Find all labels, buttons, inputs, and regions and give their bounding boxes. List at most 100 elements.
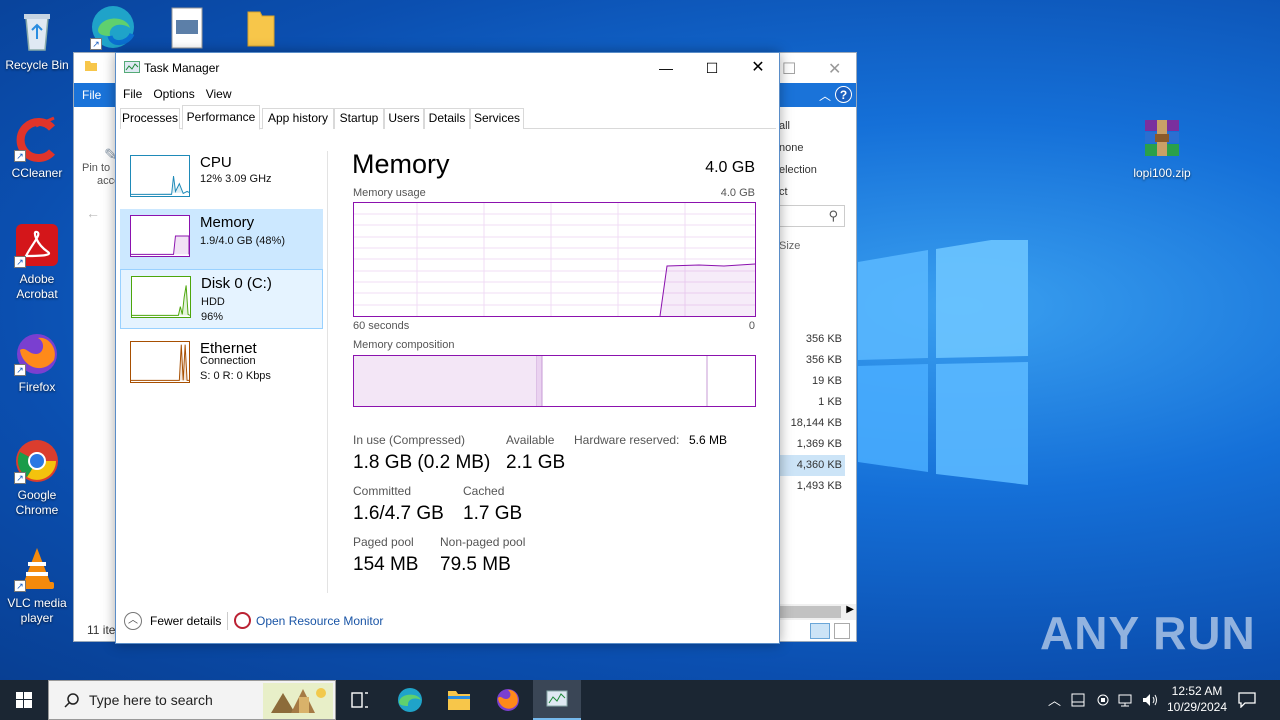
desktop-icon-firefox[interactable]: ↗ Firefox [0,330,74,395]
help-icon[interactable]: ? [835,86,852,103]
desktop-icon-acrobat[interactable]: ↗ Adobe Acrobat [0,222,74,302]
horizontal-scrollbar[interactable]: ▶ [779,604,856,620]
desktop-icon-ccleaner[interactable]: ↗ CCleaner [0,116,74,181]
hardware-reserved-label: Hardware reserved: [574,433,680,447]
pane-divider[interactable] [327,151,328,593]
menu-view[interactable]: View [202,83,236,105]
open-resource-monitor-link[interactable]: Open Resource Monitor [256,614,383,628]
scrollbar-thumb[interactable] [779,606,841,618]
graph-axis-right: 0 [748,320,755,332]
taskbar-firefox[interactable] [484,680,532,720]
paged-pool-value: 154 MB [353,554,419,575]
windows-wallpaper-logo [858,240,1028,485]
selection-commands: all none election ct [779,115,817,203]
minimize-button[interactable]: — [643,53,689,83]
tab-performance[interactable]: Performance [182,105,260,130]
start-button[interactable] [0,680,48,720]
taskbar-task-manager[interactable] [533,680,581,720]
maximize-button[interactable]: ☐ [689,53,735,83]
scroll-right-icon[interactable]: ▶ [846,604,854,615]
menu-file[interactable]: File [119,83,146,105]
size-column-header[interactable]: Size [779,240,800,252]
shortcut-arrow-icon: ↗ [14,256,26,268]
memory-usage-label: Memory usage [353,187,426,199]
task-manager-icon [124,61,140,73]
task-manager-window[interactable]: Task Manager — ☐ ✕ File Options View Proce… [115,52,780,644]
resource-disk[interactable]: Disk 0 (C:) HDD 96% [120,269,323,329]
desktop-icon-chrome[interactable]: ↗ Google Chrome [0,438,74,518]
desktop-icon-recycle-bin[interactable]: Recycle Bin [0,8,74,73]
file-size-selected[interactable]: 4,360 KB [779,455,845,476]
firefox-icon [497,689,519,711]
detail-total: 4.0 GB [705,159,755,176]
tab-services[interactable]: Services [470,108,524,129]
action-center-button[interactable] [1238,680,1256,720]
tab-app-history[interactable]: App history [262,108,334,129]
tray-volume[interactable] [1142,680,1160,720]
resource-ethernet[interactable]: Ethernet Connection S: 0 R: 0 Kbps [120,335,323,395]
task-view-icon [351,692,368,708]
file-size[interactable]: 1,369 KB [779,434,845,455]
shortcut-arrow-icon: ↗ [14,364,26,376]
select-none-button[interactable]: none [779,137,817,159]
memory-composition-bar [353,355,756,407]
details-view-icon[interactable] [810,623,830,639]
resource-cpu[interactable]: CPU 12% 3.09 GHz [120,149,323,209]
edge-icon [398,688,422,712]
shortcut-arrow-icon: ↗ [14,580,26,592]
clock-date: 10/29/2024 [1166,700,1228,714]
image-file-icon [164,4,210,50]
invert-selection-button[interactable]: election [779,159,817,181]
tab-startup[interactable]: Startup [334,108,384,129]
resource-detail-2: 96% [201,311,224,323]
close-button[interactable]: ✕ [828,59,841,79]
tray-network[interactable] [1118,680,1136,720]
menu-options[interactable]: Options [149,83,198,105]
resource-monitor-icon [234,612,251,629]
desktop-icon-folder[interactable] [224,4,298,54]
fewer-details-button[interactable]: Fewer details [150,614,221,628]
tray-network-adapter[interactable] [1096,680,1112,720]
taskbar-file-explorer[interactable] [435,680,483,720]
close-button[interactable]: ✕ [735,53,781,83]
file-size[interactable]: 1,493 KB [779,476,845,497]
select-all-button[interactable]: all [779,115,817,137]
size-column: 356 KB 356 KB 19 KB 1 KB 18,144 KB 1,369… [779,329,845,497]
desktop-icon-document[interactable] [150,4,224,54]
taskbar-clock[interactable]: 12:52 AM 10/29/2024 [1162,683,1232,715]
tab-users[interactable]: Users [384,108,424,129]
firefox-icon: ↗ [14,330,60,376]
tiles-view-icon[interactable] [834,623,850,639]
task-view-button[interactable] [336,680,384,720]
folder-icon [85,61,97,71]
taskbar-search-box[interactable]: Type here to search [48,680,336,720]
file-size[interactable]: 356 KB [779,350,845,371]
tray-notes-icon[interactable] [1071,680,1085,720]
anyrun-watermark: ANY RUN [1040,607,1256,659]
file-tab[interactable]: File [82,88,101,102]
hardware-reserved-value: 5.6 MB [689,433,728,447]
taskbar: Type here to search ︿ 12:52 AM 10/29/202… [0,680,1280,720]
tab-processes[interactable]: Processes [120,108,180,129]
titlebar[interactable]: Task Manager — ☐ ✕ [116,53,779,83]
desktop-icon-vlc[interactable]: ↗ VLC media player [0,546,74,626]
chevron-up-icon[interactable]: ︿ [124,612,142,630]
search-input[interactable]: ⚲ [779,205,845,227]
tab-details[interactable]: Details [424,108,470,129]
file-size[interactable]: 356 KB [779,329,845,350]
task-manager-icon [546,690,568,707]
file-size[interactable]: 1 KB [779,392,845,413]
chevron-up-icon[interactable]: ︿ [819,87,831,104]
maximize-button[interactable]: ☐ [782,59,796,79]
back-arrow-icon[interactable]: ← [86,205,100,221]
available-label: Available [506,433,555,447]
desktop-icon-label: lopi100.zip [1133,166,1191,180]
file-size[interactable]: 19 KB [779,371,845,392]
file-size[interactable]: 18,144 KB [779,413,845,434]
resource-detail: HDD [201,296,225,308]
taskbar-edge[interactable] [386,680,434,720]
divider [227,612,228,630]
desktop-icon-edge[interactable]: ↗ [76,4,150,54]
desktop-icon-zip[interactable]: lopi100.zip [1125,116,1199,181]
resource-memory[interactable]: Memory 1.9/4.0 GB (48%) [120,209,323,269]
